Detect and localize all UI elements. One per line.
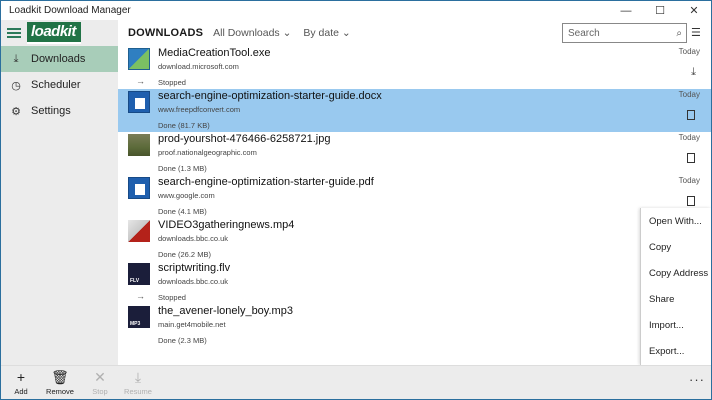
- maximize-button[interactable]: ☐: [643, 1, 677, 20]
- file-thumbnail: [128, 220, 150, 242]
- resume-button[interactable]: ⤓ Resume: [121, 369, 155, 396]
- file-date: Today: [678, 47, 700, 56]
- toolbar-label: Stop: [92, 387, 108, 396]
- file-name: search-engine-optimization-starter-guide…: [158, 90, 382, 102]
- file-status: Done (26.2 MB): [158, 250, 211, 259]
- file-source: downloads.bbc.co.uk: [158, 277, 229, 286]
- menu-item-copy[interactable]: Copy: [641, 234, 711, 260]
- main-panel: DOWNLOADS All Downloads ⌄ By date ⌄ Sear…: [118, 20, 711, 365]
- list-options-icon[interactable]: ☰: [691, 26, 701, 39]
- sort-dropdown[interactable]: By date ⌄: [303, 27, 350, 39]
- sidebar-item-label: Settings: [31, 105, 71, 117]
- logo-bar: loadkit: [1, 20, 118, 46]
- downloads-header: DOWNLOADS All Downloads ⌄ By date ⌄ Sear…: [118, 20, 711, 46]
- downloads-list: MediaCreationTool.exe download.microsoft.…: [118, 46, 711, 347]
- menu-item-share[interactable]: Share: [641, 286, 711, 312]
- file-status: Stopped: [158, 293, 186, 302]
- hamburger-menu-icon[interactable]: [7, 28, 21, 38]
- sidebar-item-scheduler[interactable]: ◷ Scheduler: [1, 72, 118, 98]
- download-icon: ⤓: [13, 52, 19, 65]
- file-thumbnail: FLV: [128, 263, 150, 285]
- file-name: prod-yourshot-476466-6258721.jpg: [158, 133, 331, 145]
- add-button[interactable]: + Add: [4, 369, 38, 396]
- trash-icon: 🗑: [51, 369, 69, 385]
- download-icon[interactable]: ⤓: [691, 66, 696, 79]
- file-name: the_avener-lonely_boy.mp3: [158, 305, 293, 317]
- file-thumbnail: MP3: [128, 306, 150, 328]
- list-item[interactable]: MediaCreationTool.exe download.microsoft.…: [118, 46, 711, 89]
- bottom-toolbar: + Add 🗑 Remove ✕ Stop ⤓ Resume ···: [1, 365, 711, 399]
- open-file-icon[interactable]: [687, 110, 695, 120]
- file-source: download.microsoft.com: [158, 62, 239, 71]
- file-thumbnail: [128, 177, 150, 199]
- toolbar-label: Remove: [46, 387, 74, 396]
- stop-icon: ✕: [94, 369, 106, 385]
- menu-item-copy-address[interactable]: Copy Address: [641, 260, 711, 286]
- toolbar-label: Add: [14, 387, 28, 396]
- toolbar-label: Resume: [124, 387, 152, 396]
- page-title: DOWNLOADS: [128, 27, 204, 39]
- resume-icon: ⤓: [134, 369, 142, 385]
- list-item[interactable]: FLV scriptwriting.flv downloads.bbc.co.uk S…: [118, 261, 711, 304]
- sidebar-item-settings[interactable]: ⚙ Settings: [1, 98, 118, 124]
- file-status: Done (4.1 MB): [158, 207, 207, 216]
- menu-item-export[interactable]: Export...: [641, 338, 711, 364]
- window-title: Loadkit Download Manager: [9, 5, 131, 16]
- file-source: main.get4mobile.net: [158, 320, 226, 329]
- file-date: Today: [678, 176, 700, 185]
- sidebar-item-label: Downloads: [31, 53, 86, 65]
- file-status: Done (81.7 KB): [158, 121, 210, 130]
- app-logo: loadkit: [27, 22, 81, 44]
- sidebar-item-label: Scheduler: [31, 79, 81, 91]
- resume-arrow-icon: →: [136, 291, 145, 301]
- filter-dropdown[interactable]: All Downloads ⌄: [213, 27, 291, 39]
- file-source: www.google.com: [158, 191, 215, 200]
- file-date: Today: [678, 90, 700, 99]
- file-name: scriptwriting.flv: [158, 262, 231, 274]
- add-icon: +: [16, 369, 26, 385]
- file-thumbnail: [128, 48, 150, 70]
- file-status: Stopped: [158, 78, 186, 87]
- title-bar: Loadkit Download Manager — ☐ ✕: [1, 1, 711, 20]
- file-date: Today: [678, 133, 700, 142]
- menu-item-import[interactable]: Import...: [641, 312, 711, 338]
- list-item[interactable]: MP3 the_avener-lonely_boy.mp3 main.get4mob…: [118, 304, 711, 347]
- file-status: Done (1.3 MB): [158, 164, 207, 173]
- open-file-icon[interactable]: [687, 153, 695, 163]
- open-file-icon[interactable]: [687, 196, 695, 206]
- minimize-button[interactable]: —: [609, 1, 643, 20]
- stop-button[interactable]: ✕ Stop: [83, 369, 117, 396]
- list-item[interactable]: prod-yourshot-476466-6258721.jpg proof.na…: [118, 132, 711, 175]
- more-options-icon[interactable]: ···: [689, 372, 705, 387]
- app-window: Loadkit Download Manager — ☐ ✕ loadkit ⤓…: [0, 0, 712, 400]
- file-source: www.freepdfconvert.com: [158, 105, 241, 114]
- context-menu: Open With... Copy Copy Address Share Import.…: [640, 208, 711, 365]
- list-item[interactable]: search-engine-optimization-starter-guide…: [118, 175, 711, 218]
- file-status: Done (2.3 MB): [158, 336, 207, 345]
- file-source: proof.nationalgeographic.com: [158, 148, 257, 157]
- list-item[interactable]: search-engine-optimization-starter-guide…: [118, 89, 711, 132]
- close-button[interactable]: ✕: [677, 1, 711, 20]
- menu-item-open-with[interactable]: Open With...: [641, 208, 711, 234]
- file-thumbnail: [128, 134, 150, 156]
- list-item[interactable]: VIDEO3gatheringnews.mp4 downloads.bbc.co.…: [118, 218, 711, 261]
- file-thumbnail: [128, 91, 150, 113]
- gear-icon: ⚙: [11, 105, 21, 118]
- clock-icon: ◷: [11, 79, 21, 92]
- remove-button[interactable]: 🗑 Remove: [43, 369, 77, 396]
- search-input[interactable]: Search ⌕: [562, 23, 687, 43]
- sidebar: loadkit ⤓ Downloads ◷ Scheduler ⚙ Settings: [1, 20, 118, 365]
- sidebar-item-downloads[interactable]: ⤓ Downloads: [1, 46, 118, 72]
- file-name: search-engine-optimization-starter-guide…: [158, 176, 374, 188]
- search-icon[interactable]: ⌕: [676, 28, 682, 39]
- file-source: downloads.bbc.co.uk: [158, 234, 229, 243]
- search-placeholder: Search: [568, 27, 600, 39]
- file-name: VIDEO3gatheringnews.mp4: [158, 219, 295, 231]
- resume-arrow-icon: →: [136, 76, 145, 86]
- file-name: MediaCreationTool.exe: [158, 47, 271, 59]
